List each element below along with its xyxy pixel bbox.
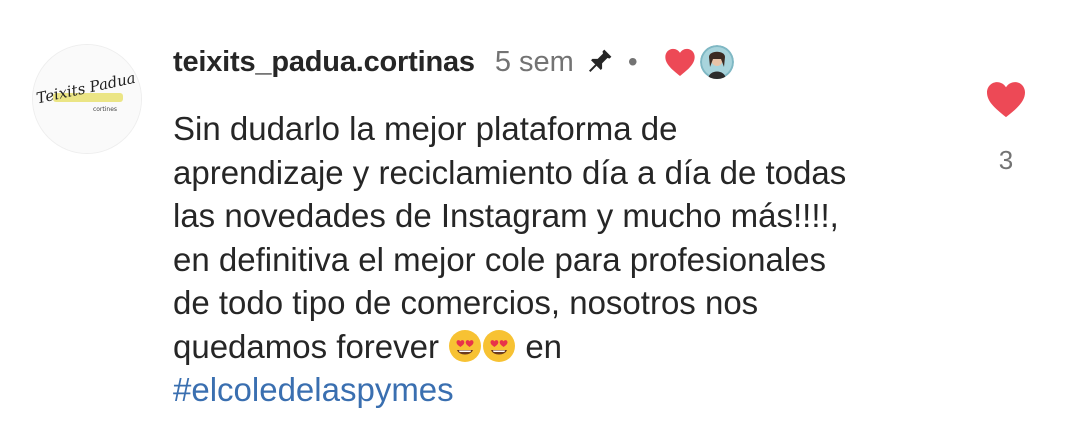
comment-line: #elcoledelaspymes <box>173 368 973 412</box>
comment-header: teixits_padua.cortinas 5 sem • <box>173 40 734 84</box>
comment-line-text: en <box>525 327 563 365</box>
svg-text:cortines: cortines <box>93 106 117 113</box>
comment-line-text: quedamos forever <box>173 327 439 365</box>
comment-item: Teixits Padua cortines teixits_padua.cor… <box>0 0 1080 428</box>
comment-timestamp: 5 sem <box>494 45 574 78</box>
like-button[interactable] <box>985 80 1027 123</box>
like-count[interactable]: 3 <box>999 145 1013 176</box>
comment-line: las novedades de Instagram y mucho más!!… <box>173 197 839 234</box>
comment-line: de todo tipo de comercios, nosotros nos <box>173 284 759 321</box>
comment-line: Sin dudarlo la mejor plataforma de <box>173 110 678 147</box>
comment-line: en definitiva el mejor cole para profesi… <box>173 240 827 278</box>
heart-eyes-emoji <box>448 329 482 363</box>
pin-icon <box>584 47 614 77</box>
comment-body: Sin dudarlo la mejor plataforma de apren… <box>173 107 973 412</box>
separator-dot: • <box>627 46 638 77</box>
comment-line: quedamos forever en <box>173 325 973 369</box>
heart-icon <box>664 48 695 76</box>
creator-avatar <box>699 45 734 79</box>
liked-by-creator-badge <box>664 45 734 79</box>
author-username[interactable]: teixits_padua.cortinas <box>173 46 475 79</box>
comment-line: aprendizaje y reciclamiento día a día de… <box>173 153 847 191</box>
hashtag-link[interactable]: #elcoledelaspymes <box>173 371 454 408</box>
author-avatar[interactable]: Teixits Padua cortines <box>32 44 142 154</box>
like-section: 3 <box>984 80 1028 176</box>
like-heart-icon[interactable] <box>985 80 1027 118</box>
heart-eyes-emoji <box>482 329 516 363</box>
